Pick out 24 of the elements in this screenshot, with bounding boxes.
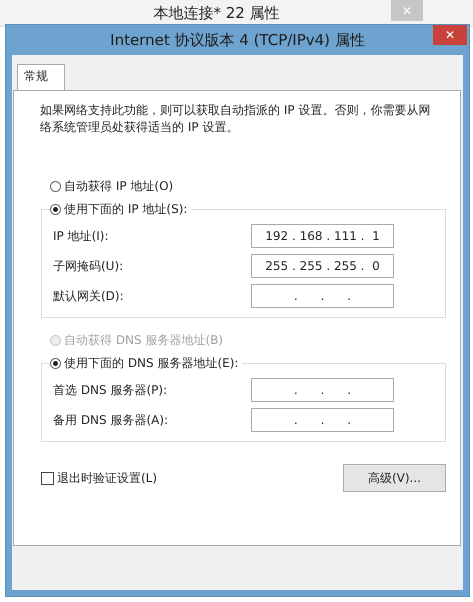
advanced-button[interactable]: 高级(V)... [343,464,446,492]
radio-button[interactable] [50,358,61,369]
field-label: IP 地址(I): [53,228,109,244]
checkbox-label[interactable]: 退出时验证设置(L) [57,470,158,486]
field-label: 子网掩码(U): [53,258,124,274]
ip-address-field[interactable]: . . . [251,408,394,432]
radio-button[interactable] [50,204,61,215]
checkbox[interactable] [41,472,54,484]
field-label: 首选 DNS 服务器(P): [53,382,168,398]
close-button[interactable]: ✕ [433,25,467,45]
radio-label[interactable]: 使用下面的 IP 地址(S): [64,201,188,218]
window-title: 本地连接* 22 属性 [153,4,280,22]
field-label: 备用 DNS 服务器(A): [53,412,168,428]
ip-address-field[interactable]: 255 . 255 . 255 . 0 [251,254,394,278]
window-title: Internet 协议版本 4 (TCP/IPv4) 属性 [110,30,365,50]
radio-label[interactable]: 使用下面的 DNS 服务器地址(E): [64,355,238,372]
tab[interactable]: 常规 [17,64,65,91]
radio-button[interactable] [50,181,61,192]
radio-label[interactable]: 自动获得 IP 地址(O) [64,178,174,195]
field-label: 默认网关(D): [53,288,124,304]
description-text: 如果网络支持此功能，则可以获取自动指派的 IP 设置。否则，你需要从网络系统管理员处获得适当的 IP 设置。 [40,102,432,136]
ip-address-field[interactable]: . . . [251,378,394,402]
ip-address-field[interactable]: . . . [251,284,394,308]
ip-address-field[interactable]: 192 . 168 . 111 . 1 [251,224,394,248]
